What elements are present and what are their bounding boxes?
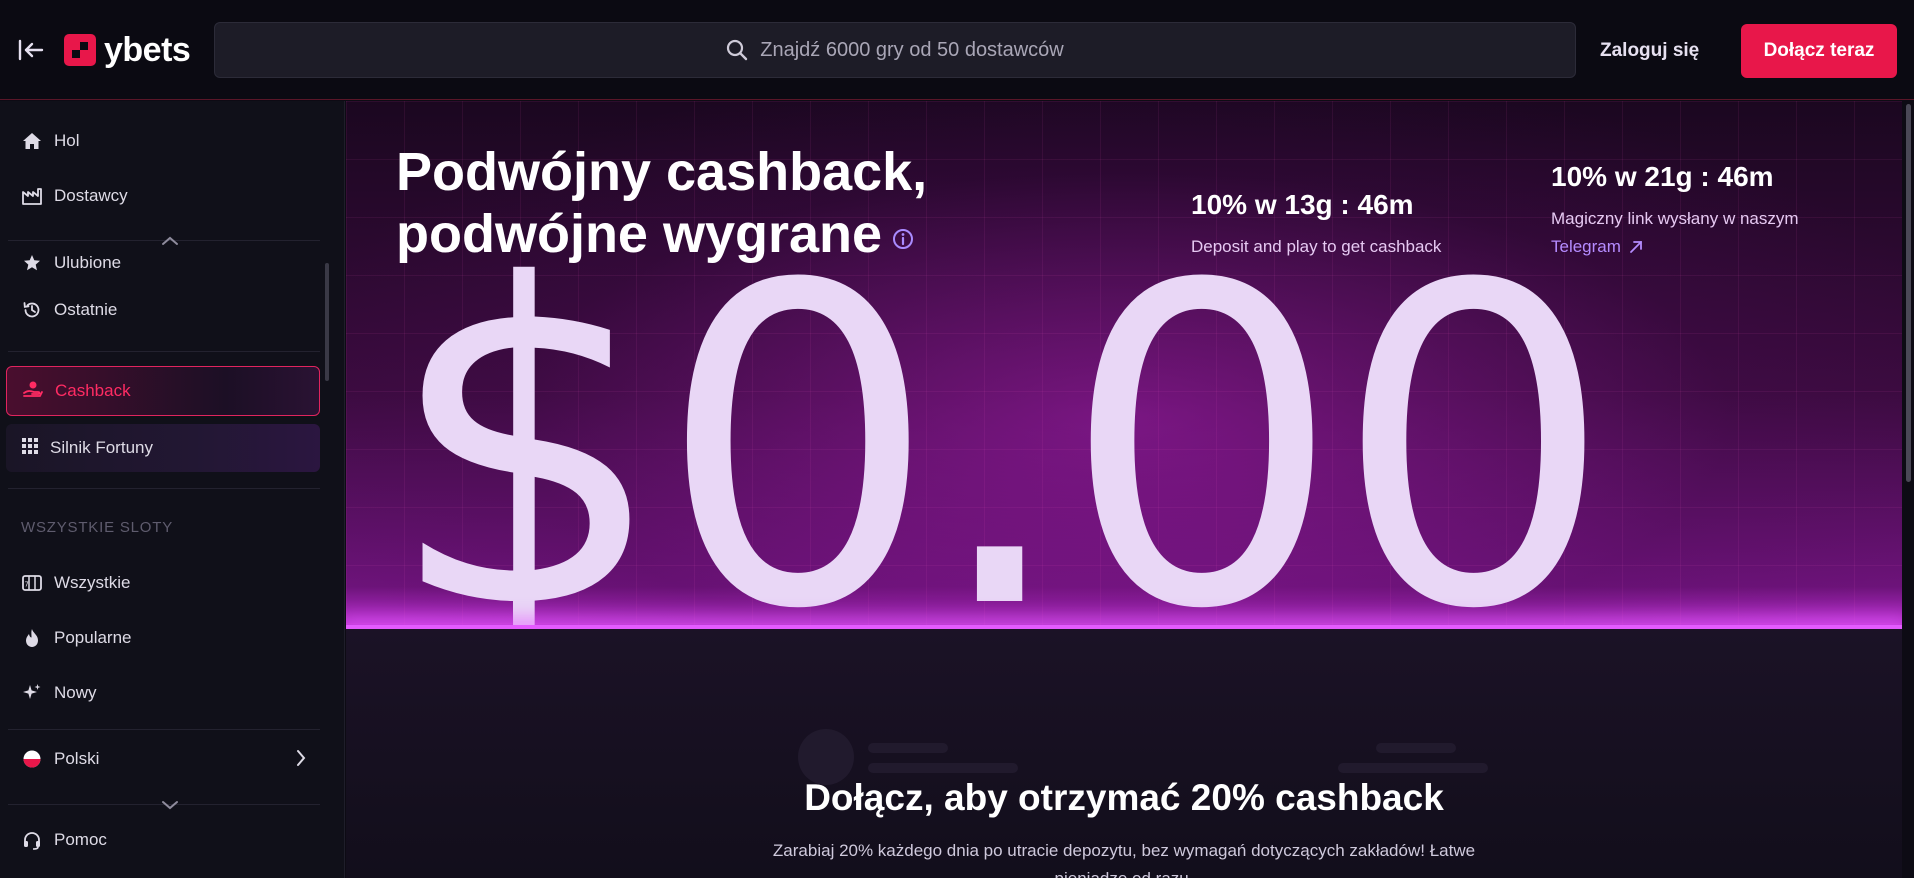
sidebar-item-label: Popularne [54,628,132,647]
cashback-label: Cashback [55,381,131,400]
join-cashback-section: Dołącz, aby otrzymać 20% cashback Zarabi… [346,629,1902,878]
scroll-down-button[interactable] [158,795,182,815]
sidebar-item-label: Dostawcy [54,186,128,205]
sidebar-item-pomoc[interactable]: Pomoc [8,818,318,862]
home-icon [22,131,42,151]
sidebar-item-label: Nowy [54,683,97,702]
sidebar-divider [8,351,320,352]
sidebar-item-hol[interactable]: Hol [8,119,318,163]
sidebar-item-label: Ulubione [54,253,122,272]
login-button[interactable]: Zaloguj się [1600,36,1699,66]
chevron-right-icon [296,749,306,772]
decorative-line [1338,763,1488,773]
sidebar-item-ulubione[interactable]: Ulubione [8,233,318,273]
fortune-label: Silnik Fortuny [50,438,153,457]
logo-text: ybets [104,30,191,69]
cashback-icon [23,380,43,403]
sidebar-item-wszystkie[interactable]: 7 Wszystkie [8,561,318,605]
external-link-icon [1630,241,1642,253]
sidebar-item-label: Ostatnie [54,300,118,319]
sidebar-item-nowy[interactable]: Nowy [8,671,318,715]
chevron-down-icon [162,801,178,810]
fire-icon [22,628,42,648]
headset-icon [22,830,42,850]
slot-machine-icon: 7 [22,573,42,593]
sidebar-item-silnik-fortuny[interactable]: Silnik Fortuny [6,424,320,472]
language-label: Polski [54,749,100,768]
search-placeholder: Znajdź 6000 gry od 50 dostawców [760,38,1064,61]
sidebar-item-ostatnie[interactable]: Ostatnie [8,288,318,332]
svg-text:7: 7 [24,581,28,589]
decorative-line [1376,743,1456,753]
language-selector[interactable]: Polski [8,737,318,781]
join-description: Zarabiaj 20% każdego dnia po utracie dep… [772,841,1476,878]
decorative-line [868,763,1018,773]
collapse-left-icon [18,39,44,61]
sidebar-item-label: Hol [54,131,80,150]
poland-flag-icon [22,749,42,769]
sidebar-divider [8,488,320,489]
sidebar: Hol Dostawcy Ulubione Ostatnie Cashback [0,101,345,878]
sidebar-item-label: Pomoc [54,830,107,849]
sidebar-item-cashback[interactable]: Cashback [6,366,320,416]
join-heading: Dołącz, aby otrzymać 20% cashback [804,777,1444,818]
logo[interactable]: ybets [64,30,191,70]
sidebar-item-popularne[interactable]: Popularne [8,616,318,660]
main-scrollbar-thumb[interactable] [1906,104,1911,482]
grid-icon [22,437,38,459]
sidebar-item-dostawcy[interactable]: Dostawcy [8,174,318,218]
favorites-icon [22,253,42,273]
logo-mark-icon [64,34,96,66]
collapse-sidebar-button[interactable] [16,36,46,64]
search-input[interactable]: Znajdź 6000 gry od 50 dostawców [214,22,1576,78]
sidebar-scrollbar[interactable] [325,263,329,381]
providers-icon [22,186,42,206]
sparkle-icon [22,683,42,703]
top-bar: ybets Znajdź 6000 gry od 50 dostawców Za… [0,0,1914,100]
cashback-hero: Podwójny cashback, podwójne wygrane 10% … [346,101,1902,629]
history-icon [22,300,42,320]
decorative-line [868,743,948,753]
sidebar-divider [8,729,320,730]
timer-2-value: 10% w 21g : 46m [1551,161,1774,192]
search-icon [727,39,748,61]
cashback-amount: $0.00 [386,193,1614,629]
section-title-all-slots: WSZYSTKIE SLOTY [21,519,174,536]
join-now-button[interactable]: Dołącz teraz [1741,24,1897,78]
sidebar-item-label: Wszystkie [54,573,131,592]
